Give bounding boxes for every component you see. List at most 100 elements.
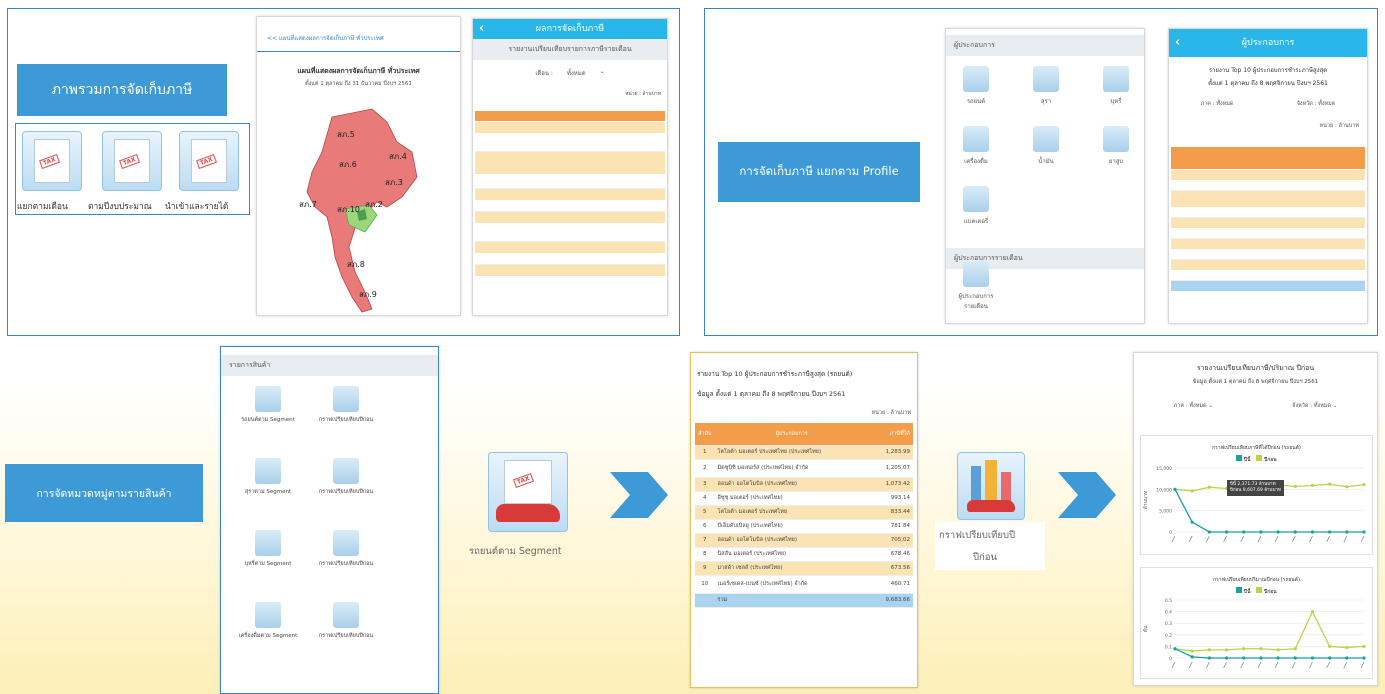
segment-icon-tile[interactable]: TAX <box>488 452 568 532</box>
data-point[interactable] <box>1242 647 1246 651</box>
chart-1-svg[interactable]: ล้านบาท 15,000 10,000 5,000 0 <box>1141 462 1372 552</box>
data-point[interactable] <box>1345 656 1349 660</box>
data-point[interactable] <box>1242 656 1246 660</box>
profile-item-tobacco[interactable]: บุหรี่ <box>1096 66 1136 106</box>
report-phone-header: ‹ ผลการจัดเก็บภาษี <box>473 19 667 39</box>
data-point[interactable] <box>1328 530 1332 534</box>
data-point[interactable] <box>1190 520 1194 524</box>
category-item[interactable]: สุราตาม Segment <box>233 458 303 496</box>
profile-item-battery[interactable]: แบตเตอรี่ <box>956 186 996 226</box>
map-card-header[interactable]: << แผนที่แสดงผลการจัดเก็บภาษี ทั่วประเทศ <box>257 17 460 52</box>
data-point[interactable] <box>1259 656 1263 660</box>
table-row[interactable]: 6 บีเอ็มดับเบิลยู (ประเทศไทย) 781.84 <box>695 519 913 534</box>
data-point[interactable] <box>1173 647 1177 651</box>
data-point[interactable] <box>1207 648 1211 652</box>
compare-card-subtitle: ข้อมูล ตั้งแต่ 1 ตุลาคม ถึง 8 พฤศจิกายน … <box>1192 379 1319 385</box>
compare-filters[interactable]: ภาค : ทั้งหมด ⌄ จังหวัด : ทั้งหมด ⌄ <box>1134 402 1377 410</box>
cell-value: 1,205.07 <box>869 459 913 478</box>
data-point[interactable] <box>1328 656 1332 660</box>
category-item[interactable]: รถยนต์ตาม Segment <box>233 386 303 424</box>
data-point[interactable] <box>1224 648 1229 652</box>
data-point[interactable] <box>1362 530 1366 534</box>
table-row[interactable]: 10 เมอร์เซเดส-เบนซ์ (ประเทศไทย) จำกัด 460.… <box>695 575 913 594</box>
chart-2-svg[interactable]: คัน 0.5 0.4 0.3 0.2 0.1 0 <box>1141 594 1372 678</box>
data-point[interactable] <box>1242 530 1246 534</box>
overview-label[interactable]: ภาพรวมการจัดเก็บภาษี <box>17 64 227 116</box>
data-point[interactable] <box>1293 530 1297 534</box>
y-axis-label: ล้านบาท <box>1142 491 1149 510</box>
table-row[interactable]: 8 นิสสัน มอเตอร์ (ประเทศไทย) 678.46 <box>695 547 913 562</box>
category-item[interactable]: กราฟเปรียบเทียบปีก่อน <box>311 530 381 568</box>
category-item[interactable]: กราฟเปรียบเทียบปีก่อน <box>311 602 381 640</box>
table-row[interactable]: 3 ฮอนด้า ออโตโมบิล (ประเทศไทย) 1,073.42 <box>695 477 913 492</box>
data-point[interactable] <box>1345 530 1349 534</box>
data-point[interactable] <box>1328 482 1332 486</box>
map-card: << แผนที่แสดงผลการจัดเก็บภาษี ทั่วประเทศ… <box>256 16 461 316</box>
data-point[interactable] <box>1173 487 1177 491</box>
profile-item-liquor[interactable]: สุรา <box>1026 66 1066 106</box>
profile-item-drink[interactable]: เครื่องดื่ม <box>956 126 996 166</box>
data-point[interactable] <box>1293 656 1297 660</box>
report-filter[interactable]: เดือน : ทั้งหมด ⌄ <box>473 68 667 78</box>
overview-icon-import[interactable]: TAX <box>179 131 239 191</box>
data-point[interactable] <box>1207 656 1211 660</box>
cell-rank <box>695 593 715 608</box>
chart-2-card: กราฟเปรียบเทียบปริมาณปีก่อน (รถยนต์) ปีน… <box>1140 567 1373 679</box>
data-point[interactable] <box>1310 530 1315 534</box>
back-icon[interactable]: ‹ <box>479 19 484 39</box>
data-point[interactable] <box>1310 610 1315 614</box>
category-item[interactable]: เครื่องดื่มตาม Segment <box>233 602 303 640</box>
data-point[interactable] <box>1259 647 1263 651</box>
data-point[interactable] <box>1259 530 1263 534</box>
overview-icon-fiscal[interactable]: TAX <box>102 131 162 191</box>
category-item[interactable]: บุหรี่ตาม Segment <box>233 530 303 568</box>
category-item[interactable]: กราฟเปรียบเทียบปีก่อน <box>311 386 381 424</box>
table-row[interactable]: 4 อีซูซุ มอเตอร์ (ประเทศไทย) 993.14 <box>695 491 913 506</box>
chart-2-title: กราฟเปรียบเทียบปริมาณปีก่อน (รถยนต์) <box>1213 577 1300 583</box>
data-point[interactable] <box>1362 483 1366 487</box>
table-row[interactable]: 1 โตโยต้า มอเตอร์ ประเทศไทย (ประเทศไทย) 1,… <box>695 445 913 460</box>
data-point[interactable] <box>1190 655 1194 659</box>
profile-label[interactable]: การจัดเก็บภาษี แยกตาม Profile <box>718 142 920 202</box>
profile-item-car[interactable]: รถยนต์ <box>956 66 996 106</box>
cell-name: อีซูซุ มอเตอร์ (ประเทศไทย) <box>714 491 869 506</box>
thailand-map[interactable]: สภ.5 สภ.4 สภ.6 สภ.3 สภ.7 สภ.10 สภ.2 สภ.8… <box>277 97 437 316</box>
profile-item-monthly[interactable]: ผู้ประกอบการรายเดือน <box>956 261 996 311</box>
profile-item-oil[interactable]: น้ำมัน <box>1026 126 1066 166</box>
data-point[interactable] <box>1190 649 1194 653</box>
table-row[interactable]: 9 มาสด้า เซลส์ (ประเทศไทย) 673.56 <box>695 561 913 576</box>
top10-phone-unit[interactable]: หน่วย : ล้านบาท <box>1177 122 1360 130</box>
compare-icon-tile[interactable] <box>957 452 1025 520</box>
data-point[interactable] <box>1276 530 1280 534</box>
data-point[interactable] <box>1293 484 1297 488</box>
overview-icon-monthly[interactable]: TAX <box>22 131 82 191</box>
table-row[interactable]: 7 ฮอนด้า ออโตโมบิล (ประเทศไทย) 705.02 <box>695 533 913 548</box>
category-label[interactable]: การจัดหมวดหมู่ตามรายสินค้า <box>5 464 203 522</box>
back-icon[interactable]: ‹ <box>1175 29 1180 57</box>
data-point[interactable] <box>1293 647 1297 651</box>
data-point[interactable] <box>1224 530 1229 534</box>
table-row[interactable]: 2 มิตซูบิชิ มอเตอร์ส (ประเทศไทย) จำกัด 1,2… <box>695 459 913 478</box>
data-point[interactable] <box>1276 656 1280 660</box>
tooltip-line: ปีก่อน 9,607.69 ล้านบาท <box>1230 488 1281 493</box>
data-point[interactable] <box>1345 645 1349 650</box>
cell-rank: 3 <box>695 477 715 492</box>
data-point[interactable] <box>1190 489 1194 493</box>
top10-phone-filters[interactable]: ภาค : ทั้งหมด จังหวัด : ทั้งหมด <box>1169 100 1367 108</box>
profile-item-cigarette[interactable]: ยาสูบ <box>1096 126 1136 166</box>
oil-icon <box>1033 126 1059 152</box>
data-point[interactable] <box>1362 656 1366 660</box>
data-point[interactable] <box>1276 648 1280 652</box>
data-point[interactable] <box>1207 530 1211 534</box>
data-point[interactable] <box>1345 485 1349 489</box>
x-tick-mark <box>1188 535 1193 543</box>
cell-rank: 6 <box>695 519 715 534</box>
data-point[interactable] <box>1362 644 1366 648</box>
data-point[interactable] <box>1207 485 1211 489</box>
data-point[interactable] <box>1310 483 1315 488</box>
data-point[interactable] <box>1224 656 1229 660</box>
category-item[interactable]: กราฟเปรียบเทียบปีก่อน <box>311 458 381 496</box>
data-point[interactable] <box>1328 644 1332 648</box>
table-row[interactable]: 5 โตโยต้า มอเตอร์ ประเทศไทย 833.44 <box>695 505 913 520</box>
data-point[interactable] <box>1310 656 1315 660</box>
